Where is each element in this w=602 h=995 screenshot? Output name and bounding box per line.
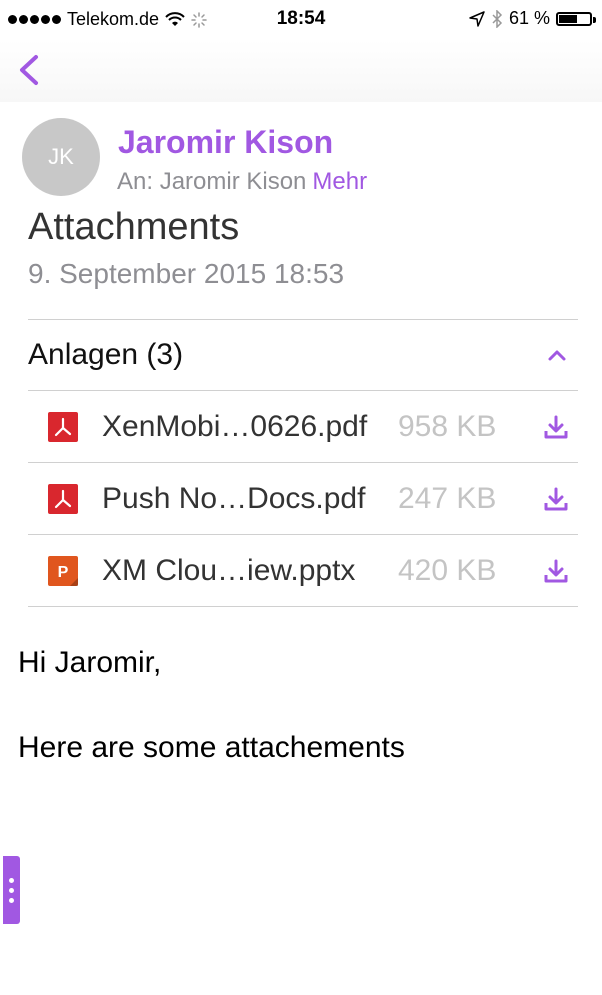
body-greeting: Hi Jaromir, [18,646,162,679]
attachment-row[interactable]: Push No…Docs.pdf 247 KB [28,463,578,535]
side-menu-handle[interactable] [3,856,20,924]
pdf-file-icon [48,411,78,442]
back-button[interactable] [10,50,50,90]
recipients-line: An: Jaromir Kison Mehr [117,168,367,196]
pdf-file-icon [48,483,78,514]
status-bar: Telekom.de 18:54 61 % [0,0,602,40]
battery-percent: 61 % [508,8,550,28]
attachment-size: 420 KB [398,553,497,587]
battery-icon [556,11,596,26]
attachment-name: XenMobi…0626.pdf [102,409,368,443]
attachment-name: XM Clou…iew.pptx [102,553,356,587]
chevron-up-icon[interactable] [542,340,572,370]
status-right: 61 % [469,8,596,29]
pptx-file-icon: P [48,555,78,586]
sender-name[interactable]: Jaromir Kison [118,124,333,161]
recipients-label: An: Jaromir Kison [117,168,307,195]
chevron-left-icon [20,55,38,85]
battery-fill [559,14,578,23]
attachment-size: 958 KB [398,409,497,443]
attachment-name: Push No…Docs.pdf [102,481,366,515]
powerpoint-icon: P [58,564,78,586]
download-icon[interactable] [542,485,570,513]
body-line: Here are some attachements [18,731,405,764]
acrobat-icon [54,417,72,436]
attachments-header[interactable]: Anlagen (3) [28,319,578,391]
nav-bar [0,40,602,102]
attachments-title: Anlagen (3) [28,338,184,371]
download-icon[interactable] [542,413,570,441]
message-date: 9. September 2015 18:53 [28,258,345,289]
attachments-section: Anlagen (3) XenMobi…0626.pdf 958 KB Push… [28,319,578,607]
bluetooth-icon [492,9,503,28]
svg-text:P: P [58,564,69,581]
attachment-row[interactable]: XenMobi…0626.pdf 958 KB [28,391,578,463]
attachment-row[interactable]: P XM Clou…iew.pptx 420 KB [28,535,578,607]
location-icon [469,10,485,27]
attachment-size: 247 KB [398,481,497,515]
message-subject: Attachments [28,206,240,248]
avatar[interactable]: JK [22,118,100,196]
download-icon[interactable] [542,557,570,585]
more-link[interactable]: Mehr [312,168,367,196]
acrobat-icon [54,489,72,508]
